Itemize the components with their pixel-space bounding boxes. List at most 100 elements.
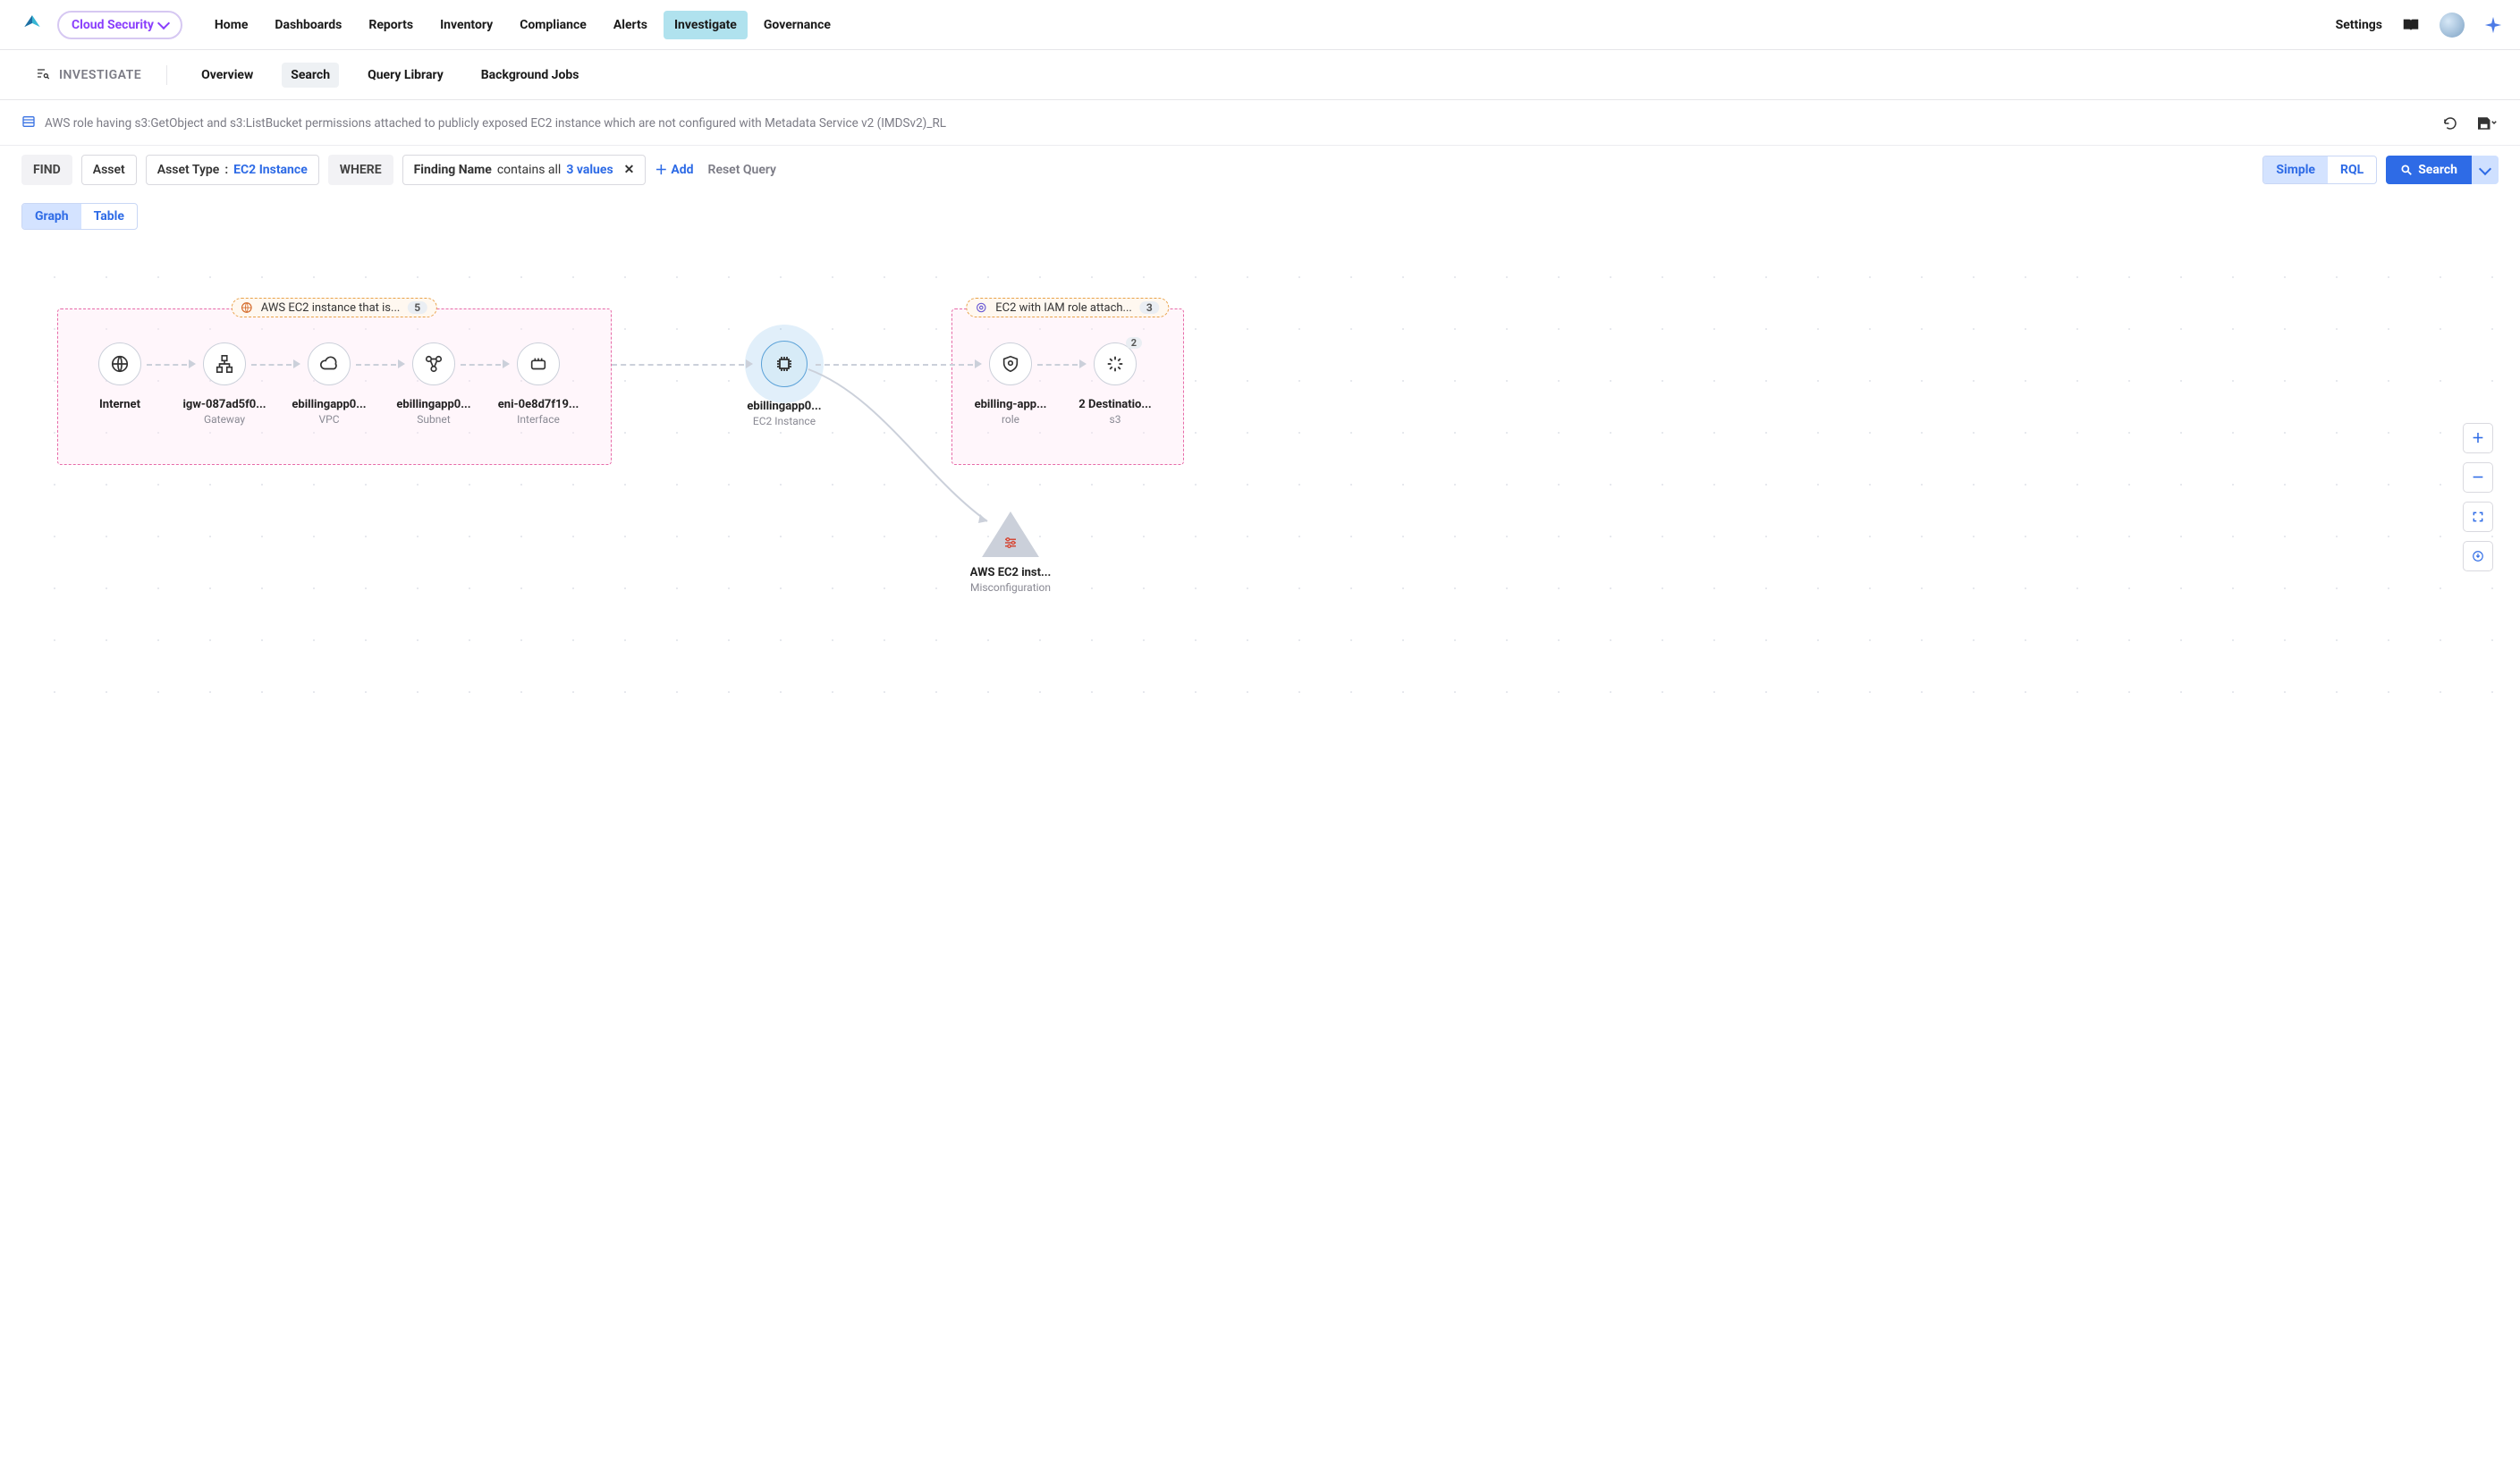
node-s3-sub: s3: [1110, 413, 1121, 426]
node-role-label: ebilling-app...: [975, 398, 1047, 411]
nav-compliance[interactable]: Compliance: [509, 11, 597, 39]
query-description: AWS role having s3:GetObject and s3:List…: [45, 116, 2429, 131]
subnav-title: INVESTIGATE: [36, 66, 141, 84]
group-left-count: 5: [407, 301, 427, 314]
mode-simple[interactable]: Simple: [2263, 156, 2328, 183]
subtab-background-jobs[interactable]: Background Jobs: [472, 63, 588, 88]
subnav-title-text: INVESTIGATE: [59, 68, 141, 82]
nav-alerts[interactable]: Alerts: [603, 11, 658, 39]
mode-rql[interactable]: RQL: [2328, 156, 2376, 183]
node-interface-label: eni-0e8d7f19...: [498, 398, 579, 411]
subtab-overview[interactable]: Overview: [192, 63, 262, 88]
node-internet-label: Internet: [99, 398, 140, 411]
search-split-button: Search: [2386, 156, 2499, 184]
subtab-query-library[interactable]: Query Library: [359, 63, 452, 88]
view-table[interactable]: Table: [81, 204, 137, 229]
main-nav: Home Dashboards Reports Inventory Compli…: [204, 11, 841, 39]
edge-gateway-vpc: [251, 363, 300, 365]
globe-warn-icon: [240, 300, 254, 315]
save-menu-icon[interactable]: [2473, 111, 2499, 136]
where-chip: WHERE: [328, 155, 393, 185]
node-subnet[interactable]: ebillingapp0... Subnet: [380, 342, 487, 426]
nav-inventory[interactable]: Inventory: [429, 11, 503, 39]
loading-icon: [1094, 342, 1137, 385]
fullscreen-button[interactable]: [2463, 502, 2493, 532]
ai-sparkle-icon[interactable]: [2481, 13, 2506, 38]
avatar[interactable]: [2440, 13, 2465, 38]
query-list-icon: [21, 114, 36, 132]
finding-name-chip[interactable]: Finding Name contains all 3 values ✕: [402, 155, 647, 185]
search-dropdown-button[interactable]: [2472, 156, 2499, 184]
asset-type-value: EC2 Instance: [233, 163, 308, 177]
node-s3-badge: 2: [1126, 337, 1142, 349]
add-filter-button[interactable]: ＋ Add: [655, 161, 693, 179]
chevron-down-icon: [2479, 162, 2491, 174]
subnet-icon: [412, 342, 455, 385]
node-ec2-sub: EC2 Instance: [753, 415, 816, 427]
edge-group-ec2: [612, 363, 753, 365]
plus-icon: ＋: [655, 161, 667, 179]
find-chip: FIND: [21, 155, 72, 185]
node-subnet-label: ebillingapp0...: [396, 398, 470, 411]
export-button[interactable]: [2463, 541, 2493, 571]
zoom-out-button[interactable]: －: [2463, 462, 2493, 493]
group-right-text: EC2 with IAM role attach...: [995, 301, 1132, 315]
settings-link[interactable]: Settings: [2336, 18, 2382, 32]
nav-investigate[interactable]: Investigate: [664, 11, 748, 39]
query-desc-actions: [2438, 111, 2499, 136]
asset-type-chip[interactable]: Asset Type : EC2 Instance: [146, 155, 319, 185]
nav-governance[interactable]: Governance: [753, 11, 841, 39]
graph-canvas[interactable]: AWS EC2 instance that is... 5 EC2 with I…: [21, 244, 2499, 727]
subnav: INVESTIGATE Overview Search Query Librar…: [0, 50, 2520, 100]
group-right-count: 3: [1139, 301, 1160, 314]
zoom-in-button[interactable]: ＋: [2463, 423, 2493, 453]
node-gateway[interactable]: igw-087ad5f0... Gateway: [171, 342, 278, 426]
triangle-icon: [984, 514, 1037, 557]
node-ec2-label: ebillingapp0...: [747, 400, 821, 413]
reset-query-button[interactable]: Reset Query: [708, 163, 776, 177]
subtab-search[interactable]: Search: [282, 63, 339, 88]
node-ec2[interactable]: ebillingapp0... EC2 Instance: [731, 341, 838, 427]
product-picker[interactable]: Cloud Security: [57, 11, 182, 39]
interface-icon: [517, 342, 560, 385]
topbar-right: Settings: [2336, 13, 2506, 38]
node-role-sub: role: [1002, 413, 1019, 426]
finding-name-label: Finding Name: [414, 163, 492, 177]
edge-internet-gateway: [147, 363, 196, 365]
node-vpc-label: ebillingapp0...: [292, 398, 366, 411]
node-role[interactable]: ebilling-app... role: [957, 342, 1064, 426]
node-misconfig[interactable]: AWS EC2 inst... Misconfiguration: [948, 514, 1073, 594]
node-s3-label: 2 Destinatio...: [1078, 398, 1151, 411]
node-misconfig-label: AWS EC2 inst...: [970, 566, 1052, 579]
iam-icon: [974, 300, 988, 315]
nav-dashboards[interactable]: Dashboards: [264, 11, 352, 39]
query-description-row: AWS role having s3:GetObject and s3:List…: [0, 100, 2520, 146]
node-interface-sub: Interface: [517, 413, 560, 426]
remove-filter-icon[interactable]: ✕: [624, 163, 635, 177]
node-s3[interactable]: 2 2 Destinatio... s3: [1061, 342, 1169, 426]
docs-icon[interactable]: [2398, 13, 2423, 38]
node-vpc[interactable]: ebillingapp0... VPC: [275, 342, 383, 426]
node-internet[interactable]: Internet: [66, 342, 173, 411]
node-interface[interactable]: eni-0e8d7f19... Interface: [485, 342, 592, 426]
group-iam-role-label: EC2 with IAM role attach... 3: [966, 298, 1169, 317]
asset-chip[interactable]: Asset: [81, 155, 137, 185]
node-vpc-sub: VPC: [318, 413, 339, 426]
node-gateway-label: igw-087ad5f0...: [182, 398, 266, 411]
app-logo[interactable]: [14, 13, 50, 37]
nav-reports[interactable]: Reports: [358, 11, 424, 39]
cloud-icon: [308, 342, 351, 385]
search-button[interactable]: Search: [2386, 156, 2472, 184]
edge-vpc-subnet: [356, 363, 405, 365]
add-label: Add: [671, 163, 693, 177]
topbar: Cloud Security Home Dashboards Reports I…: [0, 0, 2520, 50]
group-ec2-public-label: AWS EC2 instance that is... 5: [232, 298, 437, 317]
undo-icon[interactable]: [2438, 111, 2463, 136]
nav-home[interactable]: Home: [204, 11, 258, 39]
filter-search-icon: [36, 66, 50, 84]
view-graph[interactable]: Graph: [22, 204, 81, 229]
mode-toggle: Simple RQL: [2262, 156, 2377, 184]
view-row: Graph Table: [0, 194, 2520, 230]
ec2-icon: [761, 341, 808, 387]
internet-icon: [98, 342, 141, 385]
